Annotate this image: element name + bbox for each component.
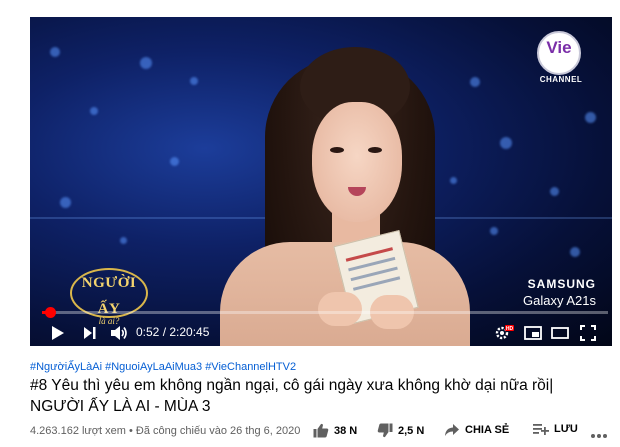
presenter-eye [368, 147, 382, 153]
stage-light [60, 197, 71, 208]
stage-light [170, 157, 179, 166]
channel-logo-subtext: CHANNEL [539, 75, 583, 84]
stage-light [500, 137, 512, 149]
player-controls: 0:52 / 2:20:45 HD [30, 320, 612, 346]
next-icon [84, 327, 96, 339]
progress-scrubber[interactable] [45, 307, 56, 318]
channel-logo-text: Vie [546, 38, 572, 57]
play-button[interactable] [48, 323, 68, 343]
sponsor-brand: SAMSUNG [527, 277, 596, 291]
sponsor-model: Galaxy A21s [523, 293, 596, 308]
progress-bar[interactable] [42, 307, 608, 318]
volume-icon [111, 326, 127, 340]
more-horizontal-icon [591, 434, 607, 438]
fullscreen-icon [580, 325, 596, 341]
like-count: 38 N [334, 424, 358, 437]
stage-light [490, 227, 498, 235]
show-logo-title: NGƯỜI ẤY [81, 275, 137, 317]
more-actions-button[interactable] [590, 426, 608, 444]
video-player[interactable]: Vie CHANNEL NGƯỜI ẤY là ai? SAMSUNG Gala… [30, 17, 612, 346]
channel-watermark-logo: Vie CHANNEL [537, 31, 582, 84]
stage-light [90, 107, 98, 115]
time-display: 0:52 / 2:20:45 [136, 325, 210, 339]
settings-button[interactable]: HD [493, 323, 515, 343]
miniplayer-icon [524, 326, 542, 340]
video-hashtags[interactable]: #NgườiẤyLàAi #NguoiAyLaAiMua3 #VieChanne… [30, 361, 296, 373]
hd-badge: HD [506, 326, 514, 332]
miniplayer-button[interactable] [522, 323, 544, 343]
stage-light [140, 57, 152, 69]
view-count-and-date: 4.263.162 lượt xem • Đã công chiếu vào 2… [30, 425, 301, 437]
video-title: #8 Yêu thì yêu em không ngần ngại, cô gá… [30, 377, 554, 415]
volume-button[interactable] [108, 323, 130, 343]
settings-icon: HD [495, 325, 514, 340]
theater-mode-button[interactable] [549, 323, 571, 343]
share-button[interactable]: CHIA SẺ [444, 423, 509, 437]
stage-light [550, 187, 559, 196]
share-icon [445, 424, 459, 436]
theater-icon [551, 327, 569, 339]
stage-light [50, 47, 60, 57]
presenter-face [312, 102, 402, 222]
play-icon [52, 326, 64, 340]
thumbs-up-icon [313, 423, 329, 438]
like-button[interactable]: 38 N [313, 423, 357, 438]
presenter-figure [220, 47, 470, 346]
stage-light [190, 77, 198, 85]
share-label: CHIA SẺ [465, 424, 510, 436]
save-label: LƯU [554, 423, 578, 435]
video-meta-row: 4.263.162 lượt xem • Đã công chiếu vào 2… [30, 423, 620, 440]
stage-light [120, 237, 127, 244]
fullscreen-button[interactable] [577, 323, 599, 343]
save-button[interactable]: LƯU [533, 423, 578, 435]
playlist-add-icon [533, 424, 549, 435]
stage-light [585, 112, 596, 123]
dislike-button[interactable]: 2,5 N [377, 423, 424, 438]
youtube-watch-page: Vie CHANNEL NGƯỜI ẤY là ai? SAMSUNG Gala… [0, 0, 620, 447]
stage-light [570, 247, 580, 257]
next-button[interactable] [80, 323, 100, 343]
presenter-eye [330, 147, 344, 153]
thumbs-down-icon [377, 423, 393, 438]
stage-light [470, 77, 480, 87]
dislike-count: 2,5 N [398, 424, 425, 437]
sponsor-overlay: SAMSUNG Galaxy A21s [523, 277, 596, 308]
